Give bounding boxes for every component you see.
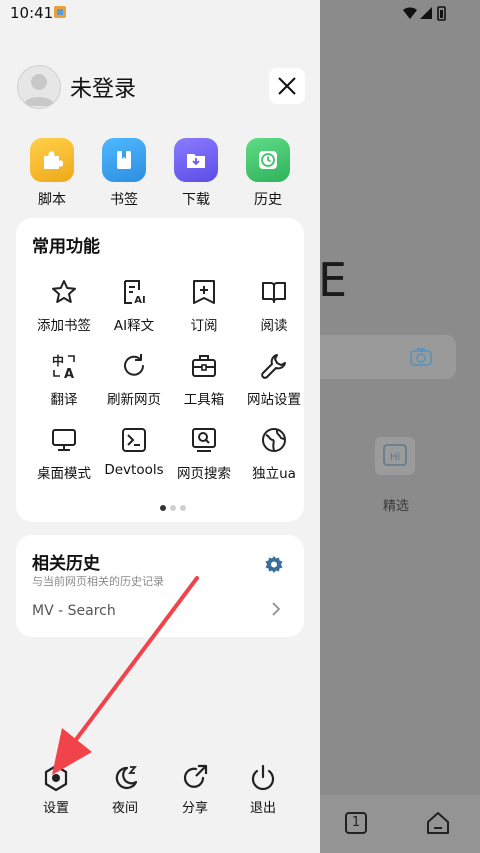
background-featured-label: 精选 xyxy=(383,499,410,514)
close-drawer-button[interactable] xyxy=(269,68,305,104)
status-bar: 10:41 xyxy=(0,0,480,26)
background-search-bar[interactable] xyxy=(320,335,456,379)
share-label: 分享 xyxy=(181,801,208,816)
close-icon xyxy=(278,77,296,95)
function-translate[interactable]: 中A 翻译 xyxy=(29,352,99,412)
function-refresh[interactable]: 刷新网页 xyxy=(99,352,169,412)
camera-icon[interactable] xyxy=(410,347,432,367)
bookmark-book-icon xyxy=(117,151,131,169)
refresh-icon xyxy=(124,354,144,376)
function-toolbox[interactable]: 工具箱 xyxy=(169,352,239,412)
page-dot-active xyxy=(160,505,166,511)
tab-count-button[interactable]: 1 xyxy=(345,812,367,834)
function-read[interactable]: 阅读 xyxy=(239,278,309,338)
settings-hex-icon xyxy=(44,764,68,792)
function-subscribe[interactable]: 订阅 xyxy=(169,278,239,338)
user-avatar-icon xyxy=(23,74,55,106)
home-icon[interactable] xyxy=(425,810,451,836)
avatar[interactable] xyxy=(17,65,61,109)
background-bottom-bar xyxy=(320,795,480,853)
puzzle-icon xyxy=(44,151,63,169)
exit-label: 退出 xyxy=(249,801,276,816)
function-add-bookmark[interactable]: 添加书签 xyxy=(29,278,99,338)
related-history-card: 相关历史 与当前网页相关的历史记录 MV - Search xyxy=(16,535,304,637)
ai-document-icon: AI xyxy=(124,280,146,306)
download-folder-icon xyxy=(187,154,205,168)
page-indicator xyxy=(160,496,190,515)
star-icon xyxy=(52,280,76,303)
svg-text:中: 中 xyxy=(52,353,64,368)
function-devtools[interactable]: Devtools xyxy=(99,426,169,486)
status-time: 10:41 xyxy=(10,4,54,22)
function-site-settings[interactable]: 网站设置 xyxy=(239,352,309,412)
app-notification-icon xyxy=(54,6,66,18)
toolbox-icon xyxy=(192,355,216,377)
function-independent-ua[interactable]: 独立ua xyxy=(239,426,309,486)
function-ai-explain[interactable]: AI AI释文 xyxy=(99,278,169,338)
page-dot xyxy=(170,505,176,511)
desktop-icon xyxy=(52,429,76,451)
function-label: 网站设置 xyxy=(247,392,301,408)
wrench-icon xyxy=(261,354,286,379)
quick-action-label: 脚本 xyxy=(38,192,66,208)
night-moon-icon xyxy=(115,766,138,790)
background-logo-letter: E xyxy=(318,253,348,307)
chevron-right-icon[interactable] xyxy=(270,601,282,617)
night-mode-label: 夜间 xyxy=(111,801,138,816)
subscribe-add-icon xyxy=(193,280,215,304)
function-label: 独立ua xyxy=(252,466,296,482)
history-clock-icon xyxy=(259,151,277,169)
background-page xyxy=(320,0,480,853)
translate-icon: 中A xyxy=(52,353,75,380)
side-drawer: 未登录 脚本 书签 下载 历史 常用功能 添加书签 AI AI释文 订阅 阅读 … xyxy=(0,0,320,853)
gear-icon[interactable] xyxy=(264,555,284,575)
power-icon xyxy=(251,764,275,791)
exit-button[interactable]: 退出 xyxy=(233,763,293,823)
function-label: 阅读 xyxy=(260,318,288,334)
function-desktop-mode[interactable]: 桌面模式 xyxy=(29,426,99,486)
related-history-subtitle: 与当前网页相关的历史记录 xyxy=(32,575,164,588)
share-button[interactable]: 分享 xyxy=(165,763,225,823)
settings-button[interactable]: 设置 xyxy=(26,763,86,823)
quick-action-bookmarks[interactable] xyxy=(102,138,146,182)
svg-text:A: A xyxy=(64,367,74,380)
status-icons xyxy=(403,6,446,21)
page-search-icon xyxy=(192,428,216,452)
card-title: 相关历史 xyxy=(32,554,100,574)
username[interactable]: 未登录 xyxy=(70,71,136,103)
quick-action-label: 历史 xyxy=(254,192,282,208)
svg-text:Hi: Hi xyxy=(390,452,400,463)
quick-action-label: 下载 xyxy=(182,192,210,208)
night-mode-button[interactable]: 夜间 xyxy=(95,763,155,823)
featured-hi-icon: Hi xyxy=(383,444,407,466)
svg-text:AI: AI xyxy=(134,295,145,306)
terminal-icon xyxy=(122,428,146,452)
history-entry[interactable]: MV - Search xyxy=(32,603,116,619)
card-title: 常用功能 xyxy=(32,237,100,257)
quick-action-history[interactable] xyxy=(246,138,290,182)
quick-action-scripts[interactable] xyxy=(30,138,74,182)
settings-label: 设置 xyxy=(42,801,69,816)
function-page-search[interactable]: 网页搜索 xyxy=(169,426,239,486)
background-featured-icon[interactable]: Hi xyxy=(375,437,415,475)
quick-action-downloads[interactable] xyxy=(174,138,218,182)
book-open-icon xyxy=(262,282,286,303)
share-icon xyxy=(183,764,208,788)
page-dot xyxy=(180,505,186,511)
quick-action-label: 书签 xyxy=(110,192,138,208)
common-functions-card: 常用功能 添加书签 AI AI释文 订阅 阅读 中A 翻译 刷新网页 工具箱 网… xyxy=(16,218,304,522)
globe-icon xyxy=(262,428,286,452)
